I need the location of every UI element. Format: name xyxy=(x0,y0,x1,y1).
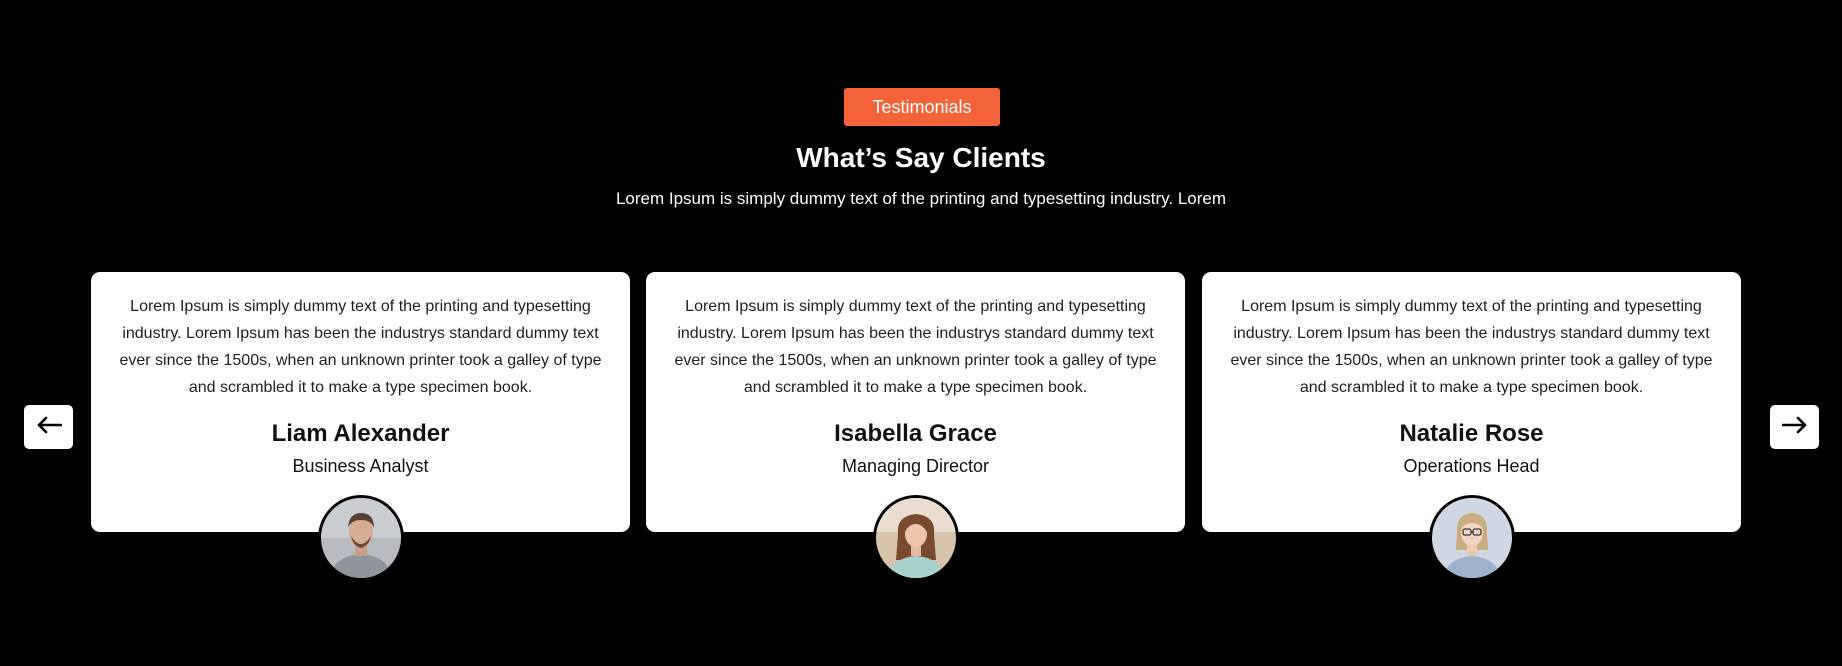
section-heading: What’s Say Clients xyxy=(796,142,1046,173)
client-role: Business Analyst xyxy=(292,456,429,476)
client-name: Isabella Grace xyxy=(834,420,997,447)
testimonial-card: Lorem Ipsum is simply dummy text of the … xyxy=(1202,272,1741,532)
client-name: Natalie Rose xyxy=(1399,420,1544,447)
arrow-left-icon xyxy=(36,415,62,440)
avatar xyxy=(1429,495,1515,581)
testimonial-card: Lorem Ipsum is simply dummy text of the … xyxy=(91,272,630,532)
testimonial-card: Lorem Ipsum is simply dummy text of the … xyxy=(646,272,1185,532)
arrow-right-icon xyxy=(1781,415,1808,440)
avatar xyxy=(873,495,959,581)
testimonial-text: Lorem Ipsum is simply dummy text of the … xyxy=(674,298,1157,396)
prev-button[interactable] xyxy=(24,405,73,449)
client-role: Managing Director xyxy=(841,456,990,476)
client-name: Liam Alexander xyxy=(271,420,450,447)
testimonial-text: Lorem Ipsum is simply dummy text of the … xyxy=(1230,298,1713,396)
avatar xyxy=(318,495,404,581)
client-role: Operations Head xyxy=(1403,456,1540,476)
testimonial-text: Lorem Ipsum is simply dummy text of the … xyxy=(119,298,602,396)
section-subheading: Lorem Ipsum is simply dummy text of the … xyxy=(615,189,1227,208)
next-button[interactable] xyxy=(1770,405,1819,449)
testimonials-badge: Testimonials xyxy=(844,88,1000,126)
